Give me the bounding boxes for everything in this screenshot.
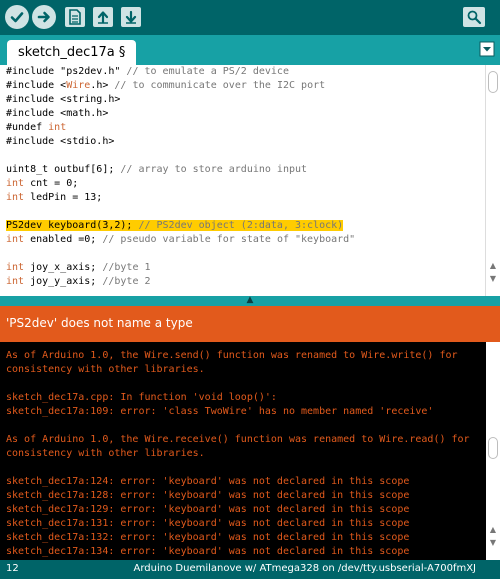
console-line: consistency with other libraries. — [6, 448, 205, 459]
console-line: sketch_dec17a:132: error: 'keyboard' was… — [6, 532, 410, 543]
console-line: sketch_dec17a:109: error: 'class TwoWire… — [6, 406, 434, 417]
console-line: sketch_dec17a:131: error: 'keyboard' was… — [6, 518, 410, 529]
right-arrow-icon — [37, 11, 50, 23]
open-button[interactable] — [93, 7, 113, 27]
code-line[interactable]: #include <stdio.h> — [6, 135, 486, 149]
code-line[interactable]: PS2dev keyboard(3,2); // PS2dev object (… — [6, 219, 486, 233]
code-token: joy_x_axis; — [24, 262, 103, 273]
code-token: uint8_t outbuf[6]; — [6, 164, 121, 175]
code-line[interactable]: #include <Wire.h> // to communicate over… — [6, 79, 486, 93]
error-message: 'PS2dev' does not name a type — [6, 316, 193, 330]
scroll-down-arrow-icon[interactable]: ▼ — [486, 273, 500, 285]
code-line[interactable]: #include <math.h> — [6, 107, 486, 121]
code-token: #include "ps2dev.h" — [6, 66, 127, 77]
tab-bar: sketch_dec17a § — [0, 35, 500, 65]
code-token: // pseudo variable for state of "keyboar… — [102, 234, 356, 245]
save-button[interactable] — [121, 7, 141, 27]
code-token: #include <math.h> — [6, 108, 109, 119]
console-line: consistency with other libraries. — [6, 364, 205, 375]
code-token: .h> — [90, 80, 115, 91]
new-document-icon — [69, 9, 81, 25]
code-token: int — [6, 276, 25, 287]
toolbar — [0, 0, 500, 35]
tab-sketch[interactable]: sketch_dec17a § — [7, 40, 137, 65]
code-token: #include < — [6, 80, 67, 91]
code-line[interactable] — [6, 149, 486, 163]
code-line[interactable]: #include "ps2dev.h" // to emulate a PS/2… — [6, 65, 486, 79]
console-scrollbar[interactable]: ▲ ▼ — [486, 342, 500, 560]
code-token: int — [6, 262, 25, 273]
code-token: #include <string.h> — [6, 94, 121, 105]
status-bar: 12 Arduino Duemilanove w/ ATmega328 on /… — [0, 560, 500, 579]
console-line: As of Arduino 1.0, the Wire.receive() fu… — [6, 434, 470, 445]
error-message-bar: 'PS2dev' does not name a type — [0, 306, 500, 342]
console-line: sketch_dec17a:134: error: 'keyboard' was… — [6, 546, 410, 557]
tab-menu-button[interactable] — [479, 41, 495, 57]
code-line[interactable] — [6, 247, 486, 261]
console-scroll-down-arrow-icon[interactable]: ▼ — [486, 537, 500, 549]
code-token: int — [48, 122, 67, 133]
code-token: #include <stdio.h> — [6, 136, 115, 147]
console-line: sketch_dec17a:124: error: 'keyboard' was… — [6, 476, 410, 487]
code-line[interactable]: #include <string.h> — [6, 93, 486, 107]
code-token: int — [6, 234, 25, 245]
code-token: joy_y_axis; — [24, 276, 103, 287]
code-token: //byte 2 — [102, 276, 151, 287]
new-button[interactable] — [65, 7, 85, 27]
code-line[interactable]: uint8_t outbuf[6]; // array to store ard… — [6, 163, 486, 177]
console-line: sketch_dec17a:129: error: 'keyboard' was… — [6, 504, 410, 515]
arduino-ide-window: sketch_dec17a § #include "ps2dev.h" // t… — [0, 0, 500, 579]
console-scroll-up-arrow-icon[interactable]: ▲ — [486, 524, 500, 536]
board-info: Arduino Duemilanove w/ ATmega328 on /dev… — [133, 563, 476, 574]
code-token: // array to store arduino input — [120, 164, 308, 175]
code-editor[interactable]: #include "ps2dev.h" // to emulate a PS/2… — [0, 65, 486, 296]
verify-button[interactable] — [5, 5, 29, 29]
code-token: cnt = 0; — [24, 178, 79, 189]
console-output[interactable]: As of Arduino 1.0, the Wire.send() funct… — [0, 342, 486, 560]
console-line: sketch_dec17a:128: error: 'keyboard' was… — [6, 490, 410, 501]
code-token: Wire — [66, 80, 91, 91]
serial-monitor-button[interactable] — [463, 7, 485, 27]
console-scrollbar-thumb[interactable] — [488, 437, 498, 459]
code-line[interactable] — [6, 205, 486, 219]
code-line[interactable]: int joy_x_axis; //byte 1 — [6, 261, 486, 275]
editor-scrollbar-thumb[interactable] — [488, 71, 498, 93]
down-arrow-in-box-icon — [479, 41, 495, 57]
code-token: // PS2dev object (2:data, 3:clock) — [138, 220, 344, 231]
console-line: As of Arduino 1.0, the Wire.send() funct… — [6, 350, 458, 361]
up-arrow-icon — [97, 11, 109, 24]
divider-collapse-icon[interactable]: ▲ — [244, 294, 256, 306]
code-line[interactable]: int enabled =0; // pseudo variable for s… — [6, 233, 486, 247]
console-text: As of Arduino 1.0, the Wire.send() funct… — [0, 342, 486, 559]
code-line[interactable]: int joy_y_axis; //byte 2 — [6, 275, 486, 289]
code-line[interactable]: #undef int — [6, 121, 486, 135]
code-token: int — [6, 178, 25, 189]
down-arrow-icon — [125, 10, 137, 24]
line-number: 12 — [6, 563, 19, 574]
code-token: enabled =0; — [24, 234, 103, 245]
magnifier-icon — [467, 10, 482, 25]
scroll-up-arrow-icon[interactable]: ▲ — [486, 260, 500, 272]
editor-scrollbar[interactable]: ▲ ▼ — [485, 65, 500, 296]
code-token: // to communicate over the I2C port — [114, 80, 326, 91]
pane-divider[interactable]: ▲ — [0, 294, 500, 306]
code-line[interactable]: int ledPin = 13; — [6, 191, 486, 205]
code-token: #undef — [6, 122, 49, 133]
code-token: int — [6, 192, 25, 203]
code-text[interactable]: #include "ps2dev.h" // to emulate a PS/2… — [0, 65, 486, 289]
console-line: sketch_dec17a.cpp: In function 'void loo… — [6, 392, 277, 403]
checkmark-icon — [10, 12, 24, 23]
code-line[interactable]: int cnt = 0; — [6, 177, 486, 191]
code-token: ledPin = 13; — [24, 192, 103, 203]
code-token: //byte 1 — [102, 262, 151, 273]
upload-button[interactable] — [32, 5, 56, 29]
code-token: PS2dev keyboard(3,2); — [6, 220, 139, 231]
code-token: // to emulate a PS/2 device — [126, 66, 289, 77]
